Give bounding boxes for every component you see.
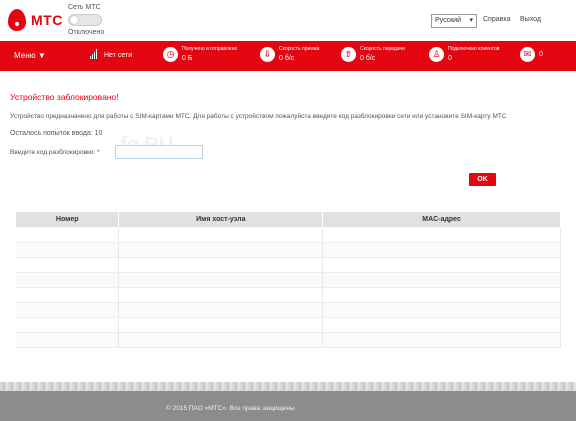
network-label: Сеть МТС bbox=[68, 4, 101, 11]
stat-value: 0 Б bbox=[182, 55, 193, 62]
table-row bbox=[16, 332, 561, 348]
mts-egg-icon bbox=[8, 9, 26, 31]
table-row bbox=[16, 302, 561, 318]
stat-title: Скорость приема bbox=[279, 46, 320, 52]
table-row bbox=[16, 242, 561, 258]
language-select[interactable]: Русский ▾ bbox=[431, 14, 477, 28]
ok-button[interactable]: OK bbox=[469, 173, 496, 186]
stat-title: Подключено клиентов bbox=[448, 46, 500, 52]
upload-icon: ⇧ bbox=[341, 47, 356, 62]
stat-value: 0 б/с bbox=[279, 55, 295, 62]
help-link[interactable]: Справка bbox=[483, 16, 510, 23]
table-header-row: Номер Имя хост-узла MAC-адрес bbox=[16, 212, 561, 227]
column-number: Номер bbox=[16, 212, 120, 227]
column-mac: MAC-адрес bbox=[322, 212, 561, 227]
logout-link[interactable]: Выход bbox=[520, 16, 541, 23]
unlock-code-input[interactable] bbox=[115, 145, 203, 159]
unlock-code-label-text: Введите код разблокировки: bbox=[10, 149, 96, 156]
language-value: Русский bbox=[435, 17, 461, 24]
column-hostname: Имя хост-узла bbox=[118, 212, 324, 227]
required-mark: * bbox=[97, 149, 100, 156]
signal-status: Нет сети bbox=[104, 52, 133, 59]
stat-value: 0 bbox=[539, 51, 543, 58]
mts-logo[interactable]: МТС bbox=[8, 9, 63, 31]
lock-description: Устройство предназначено для работы с SI… bbox=[10, 113, 507, 120]
logo-text: МТС bbox=[31, 12, 63, 28]
signal-bars-icon bbox=[90, 49, 98, 59]
table-row bbox=[16, 287, 561, 303]
unlock-code-label: Введите код разблокировки: * bbox=[10, 149, 100, 156]
stat-title: Получено и отправлено bbox=[182, 46, 238, 52]
stat-value: 0 б/с bbox=[360, 55, 376, 62]
network-toggle[interactable] bbox=[68, 14, 102, 26]
mail-icon[interactable]: ✉ bbox=[520, 47, 535, 62]
stat-title: Скорость передачи bbox=[360, 46, 405, 52]
download-icon: ⇩ bbox=[260, 47, 275, 62]
stat-value: 0 bbox=[448, 55, 452, 62]
menu-button[interactable]: Меню ▼ bbox=[14, 51, 46, 60]
users-icon: ♙ bbox=[429, 47, 444, 62]
menu-label: Меню bbox=[14, 51, 36, 60]
table-row bbox=[16, 227, 561, 243]
attempts-remaining: Осталось попыток ввода: 10 bbox=[10, 130, 103, 137]
status-bar: Меню ▼ Нет сети ◷ Получено и отправлено … bbox=[0, 41, 576, 71]
clock-icon: ◷ bbox=[163, 47, 178, 62]
network-switch-block: Сеть МТС Отключено bbox=[68, 4, 118, 36]
page-title: Устройство заблокировано! bbox=[10, 92, 119, 102]
clients-table: Номер Имя хост-узла MAC-адрес bbox=[16, 212, 561, 348]
copyright-text: © 2015 ПАО «МТС». Все права защищены bbox=[166, 405, 295, 412]
table-row bbox=[16, 317, 561, 333]
caret-down-icon: ▼ bbox=[37, 51, 46, 60]
table-row bbox=[16, 257, 561, 273]
network-status: Отключено bbox=[68, 29, 105, 36]
table-row bbox=[16, 272, 561, 288]
top-bar: МТС Сеть МТС Отключено Русский ▾ Справка… bbox=[0, 0, 576, 41]
chevron-down-icon: ▾ bbox=[469, 17, 473, 24]
